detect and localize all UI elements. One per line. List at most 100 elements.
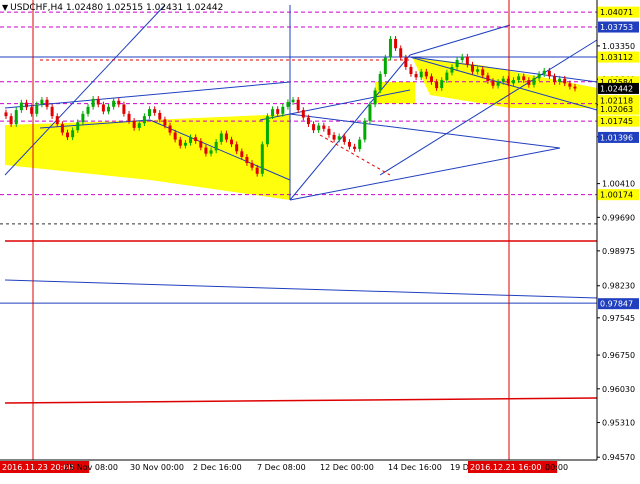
candle-body bbox=[383, 57, 387, 75]
candle-body bbox=[50, 106, 54, 117]
candle-body bbox=[527, 80, 531, 85]
price-chart: 1.033501.026401.020951.014101.004100.996… bbox=[0, 0, 640, 480]
candle-body bbox=[378, 74, 382, 91]
candle-body bbox=[142, 116, 146, 124]
candle-body bbox=[481, 69, 485, 76]
candle-body bbox=[132, 120, 136, 128]
candle-body bbox=[209, 150, 213, 154]
candle-body bbox=[337, 136, 341, 140]
y-tick-label: 1.00410 bbox=[602, 180, 635, 189]
y-tick-label: 0.97545 bbox=[602, 314, 635, 323]
candle-body bbox=[465, 56, 469, 65]
candle-body bbox=[291, 99, 295, 103]
price-label: 1.04071 bbox=[600, 8, 633, 17]
candle-body bbox=[522, 76, 526, 81]
candle-body bbox=[460, 56, 464, 60]
x-tick-label: 30 Nov 00:00 bbox=[130, 463, 184, 472]
candle-body bbox=[517, 76, 521, 81]
price-label: 1.01745 bbox=[600, 117, 633, 126]
candle-body bbox=[368, 104, 372, 121]
y-tick-label: 0.96030 bbox=[602, 385, 635, 394]
candle-body bbox=[45, 99, 49, 107]
candle-body bbox=[532, 78, 536, 85]
candle-body bbox=[501, 78, 505, 82]
candle-body bbox=[173, 132, 177, 140]
y-tick-label: 0.98975 bbox=[602, 247, 635, 256]
candle-body bbox=[71, 130, 75, 138]
candle-body bbox=[230, 139, 234, 145]
candle-body bbox=[573, 86, 577, 89]
candle-body bbox=[286, 102, 290, 107]
candle-body bbox=[296, 99, 300, 111]
candle-body bbox=[35, 104, 39, 114]
price-label: 0.97847 bbox=[600, 300, 633, 309]
candle-body bbox=[306, 117, 310, 125]
candle-body bbox=[189, 137, 193, 143]
candle-body bbox=[332, 134, 336, 140]
candle-body bbox=[55, 116, 59, 125]
y-tick-label: 0.94570 bbox=[602, 453, 635, 462]
candle-body bbox=[96, 98, 100, 105]
candle-body bbox=[322, 125, 326, 129]
candle-body bbox=[342, 136, 346, 142]
candle-body bbox=[224, 133, 228, 140]
candle-body bbox=[409, 66, 413, 75]
candle-body bbox=[491, 81, 495, 86]
candle-body bbox=[214, 141, 218, 151]
x-marker-label: 2016.12.21 16:00 bbox=[470, 463, 541, 472]
candle-body bbox=[81, 113, 85, 123]
candle-body bbox=[260, 144, 264, 174]
candle-body bbox=[542, 70, 546, 75]
candle-body bbox=[127, 113, 131, 121]
candle-body bbox=[419, 71, 423, 78]
candle-body bbox=[547, 70, 551, 77]
y-tick-label: 0.96750 bbox=[602, 351, 635, 360]
ohlc-readout: 1.02480 1.02515 1.02431 1.02442 bbox=[65, 3, 224, 13]
candle-body bbox=[255, 167, 259, 174]
candle-body bbox=[158, 112, 162, 120]
candle-body bbox=[219, 133, 223, 142]
candle-body bbox=[91, 98, 95, 107]
candle-body bbox=[204, 147, 208, 154]
candle-body bbox=[563, 78, 567, 84]
candle-body bbox=[347, 141, 351, 147]
candle-body bbox=[358, 139, 362, 149]
candle-body bbox=[194, 137, 198, 141]
candle-body bbox=[178, 139, 182, 146]
symbol-label: USDCHF,H4 bbox=[10, 3, 63, 13]
candle-body bbox=[435, 81, 439, 89]
price-label: 1.03112 bbox=[600, 53, 633, 62]
candle-body bbox=[414, 74, 418, 78]
candle-body bbox=[429, 76, 433, 82]
candle-body bbox=[107, 106, 111, 112]
candle-body bbox=[373, 90, 377, 105]
price-label: 1.00174 bbox=[600, 191, 633, 200]
price-label: 1.01396 bbox=[600, 133, 633, 142]
x-tick-label: 00:00 bbox=[545, 463, 568, 472]
candle-body bbox=[168, 125, 172, 133]
candle-body bbox=[66, 132, 70, 138]
candle-body bbox=[199, 140, 203, 148]
candle-body bbox=[327, 128, 331, 135]
candle-body bbox=[301, 110, 305, 118]
candle-body bbox=[163, 119, 167, 126]
candle-body bbox=[537, 74, 541, 79]
y-tick-label: 1.03350 bbox=[602, 42, 635, 51]
chart-title: ▼ USDCHF,H4 1.02480 1.02515 1.02431 1.024… bbox=[2, 3, 223, 13]
y-tick-label: 0.95310 bbox=[602, 419, 635, 428]
x-tick-label: 14 Dec 16:00 bbox=[388, 463, 442, 472]
x-tick-label: 7 Dec 08:00 bbox=[257, 463, 306, 472]
candle-body bbox=[455, 59, 459, 67]
candle-body bbox=[470, 64, 474, 72]
x-marker-label: 2016.11.23 20:00 bbox=[2, 463, 73, 472]
candle-body bbox=[363, 120, 367, 140]
chart-root: 1.033501.026401.020951.014101.004100.996… bbox=[0, 0, 640, 480]
candle-body bbox=[424, 71, 428, 77]
candle-body bbox=[450, 66, 454, 73]
y-tick-label: 0.98230 bbox=[602, 282, 635, 291]
x-tick-label: 25 Nov 08:00 bbox=[64, 463, 118, 472]
candle-body bbox=[271, 109, 275, 117]
candle-body bbox=[86, 106, 90, 114]
candle-body bbox=[394, 38, 398, 49]
candle-body bbox=[558, 78, 562, 82]
